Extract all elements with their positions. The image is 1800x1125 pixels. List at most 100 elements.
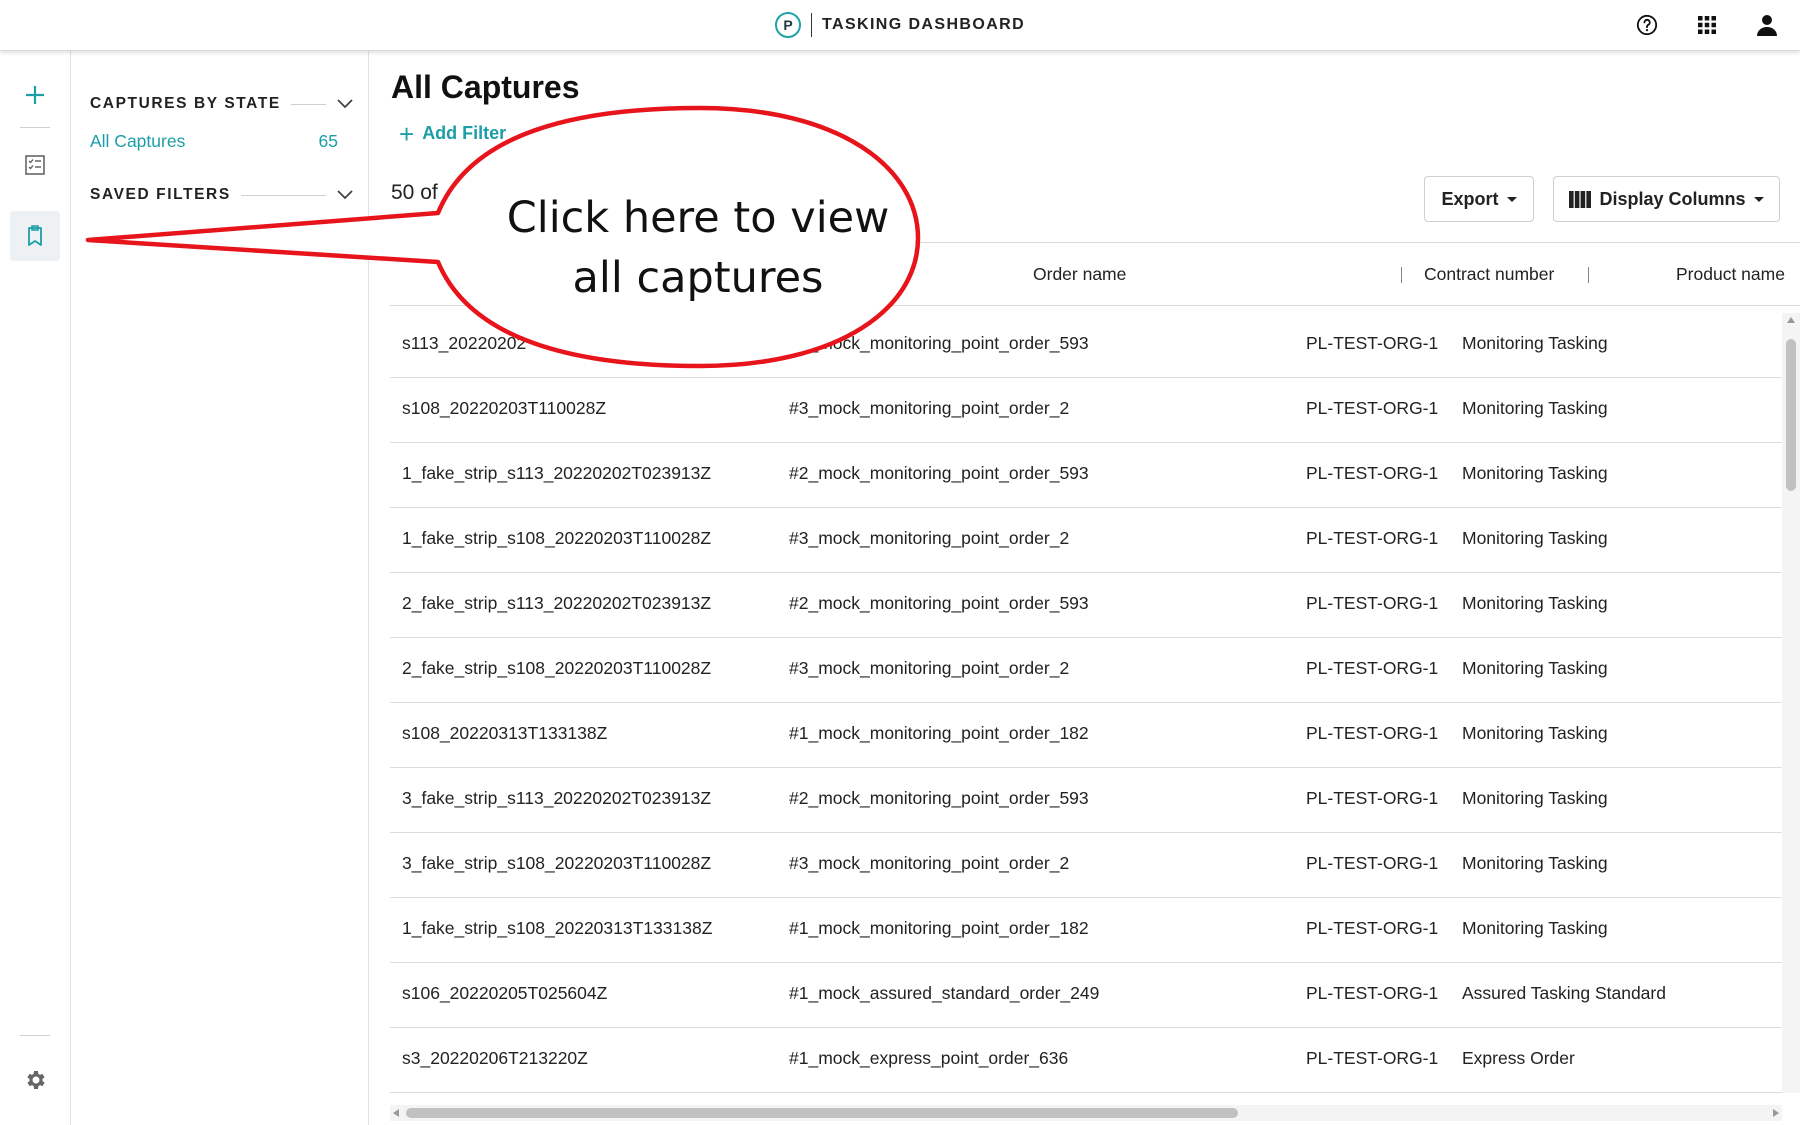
table-row[interactable]: 1_fake_strip_s108_20220203T110028Z #3_moc… (390, 508, 1782, 573)
cell-capture-name: s113_20220202 (402, 333, 527, 353)
scroll-right-arrow-icon[interactable] (1773, 1109, 1779, 1117)
cell-order-name: #2_mock_monitoring_point_order_593 (789, 333, 1089, 353)
cell-order-name: #3_mock_monitoring_point_order_2 (789, 658, 1070, 678)
cell-contract-number: PL-TEST-ORG-1 (1306, 528, 1439, 548)
cell-product-name: Monitoring Tasking (1462, 658, 1608, 678)
cell-product-name: Assured Tasking Standard (1462, 983, 1666, 1003)
help-icon[interactable] (1634, 12, 1660, 38)
table-row[interactable]: 1_fake_strip_s108_20220313T133138Z #1_moc… (390, 898, 1782, 963)
table-row[interactable]: s113_20220202 #2_mock_monitoring_point_or… (390, 313, 1782, 378)
sidebar-item-all-captures[interactable]: All Captures 65 (90, 131, 338, 152)
add-filter-button[interactable]: + Add Filter (399, 121, 507, 147)
cell-product-name: Monitoring Tasking (1462, 528, 1608, 548)
planet-logo-icon: P (775, 12, 801, 38)
rail-divider-bottom (20, 1035, 50, 1036)
cell-capture-name: 2_fake_strip_s113_20220202T023913Z (402, 593, 712, 613)
table-row[interactable]: s108_20220203T110028Z #3_mock_monitoring_… (390, 378, 1782, 443)
icon-rail (0, 51, 71, 1125)
cell-product-name: Monitoring Tasking (1462, 853, 1608, 873)
checklist-icon (25, 155, 45, 175)
table-row[interactable]: 1_fake_strip_s113_20220202T023913Z #2_moc… (390, 443, 1782, 508)
cell-contract-number: PL-TEST-ORG-1 (1306, 723, 1439, 743)
table-row[interactable]: 2_fake_strip_s108_20220203T110028Z #3_moc… (390, 638, 1782, 703)
cell-order-name: #2_mock_monitoring_point_order_593 (789, 463, 1089, 483)
cell-contract-number: PL-TEST-ORG-1 (1306, 983, 1439, 1003)
column-header-contract-number[interactable]: Contract number (1424, 264, 1554, 285)
add-filter-label: Add Filter (422, 123, 507, 143)
add-icon (26, 86, 44, 104)
cell-order-name: #3_mock_monitoring_point_order_2 (789, 853, 1070, 873)
cell-capture-name: s108_20220203T110028Z (402, 398, 607, 418)
cell-product-name: Monitoring Tasking (1462, 723, 1608, 743)
rail-divider (20, 127, 50, 128)
app-title: TASKING DASHBOARD (822, 16, 1026, 33)
add-button[interactable] (10, 70, 60, 120)
scroll-up-arrow-icon[interactable] (1787, 317, 1795, 323)
account-icon[interactable] (1754, 12, 1780, 38)
cell-contract-number: PL-TEST-ORG-1 (1306, 918, 1439, 938)
column-header-order-name[interactable]: Order name (1033, 264, 1126, 285)
cell-product-name: Monitoring Tasking (1462, 593, 1608, 613)
cell-order-name: #3_mock_monitoring_point_order_2 (789, 398, 1070, 418)
cell-product-name: Monitoring Tasking (1462, 463, 1608, 483)
chevron-down-icon[interactable] (336, 186, 354, 204)
cell-capture-name: 1_fake_strip_s113_20220202T023913Z (402, 463, 712, 483)
cell-product-name: Express Order (1462, 1048, 1575, 1068)
table-row[interactable]: 2_fake_strip_s113_20220202T023913Z #2_moc… (390, 573, 1782, 638)
captures-by-state-header[interactable]: CAPTURES BY STATE (90, 93, 354, 115)
cell-order-name: #2_mock_monitoring_point_order_593 (789, 788, 1089, 808)
table-row[interactable]: 3_fake_strip_s113_20220202T023913Z #2_moc… (390, 768, 1782, 833)
sidebar-item-label: All Captures (90, 131, 186, 151)
captures-icon (28, 225, 42, 246)
brand[interactable]: P TASKING DASHBOARD (775, 11, 1025, 39)
cell-product-name: Monitoring Tasking (1462, 398, 1608, 418)
vertical-scroll-thumb[interactable] (1786, 339, 1796, 491)
captures-by-state-title: CAPTURES BY STATE (90, 95, 281, 112)
saved-filters-header[interactable]: SAVED FILTERS (90, 184, 354, 206)
cell-capture-name: 1_fake_strip_s108_20220203T110028Z (402, 528, 712, 548)
cell-product-name: Monitoring Tasking (1462, 918, 1608, 938)
captures-button[interactable] (10, 211, 60, 261)
table-row[interactable]: s108_20220313T133138Z #1_mock_monitoring_… (390, 703, 1782, 768)
section-rule (240, 194, 326, 196)
horizontal-scroll-thumb[interactable] (406, 1108, 1238, 1118)
cell-product-name: Monitoring Tasking (1462, 333, 1608, 353)
settings-button[interactable] (10, 1055, 60, 1105)
cell-capture-name: 3_fake_strip_s108_20220203T110028Z (402, 853, 712, 873)
caret-down-icon (1753, 196, 1764, 202)
cell-order-name: #3_mock_monitoring_point_order_2 (789, 528, 1070, 548)
cell-contract-number: PL-TEST-ORG-1 (1306, 398, 1439, 418)
callout-text-line-1: Click here to view (506, 193, 890, 243)
column-resize-handle[interactable] (1588, 267, 1589, 283)
apps-grid-icon[interactable] (1694, 12, 1720, 38)
captures-table-body: s113_20220202 #2_mock_monitoring_point_or… (390, 313, 1782, 1093)
horizontal-scrollbar[interactable] (390, 1105, 1782, 1121)
table-row[interactable]: s106_20220205T025604Z #1_mock_assured_sta… (390, 963, 1782, 1028)
orders-button[interactable] (10, 140, 60, 190)
page-title: All Captures (391, 69, 580, 105)
cell-contract-number: PL-TEST-ORG-1 (1306, 853, 1439, 873)
cell-contract-number: PL-TEST-ORG-1 (1306, 1048, 1439, 1068)
column-resize-handle[interactable] (1401, 267, 1402, 283)
scroll-left-arrow-icon[interactable] (393, 1109, 399, 1117)
caret-down-icon (1506, 196, 1517, 202)
cell-capture-name: s3_20220206T213220Z (402, 1048, 588, 1068)
vertical-scrollbar[interactable] (1782, 313, 1800, 1093)
export-label: Export (1441, 188, 1499, 209)
cell-order-name: #1_mock_monitoring_point_order_182 (789, 723, 1089, 743)
cell-contract-number: PL-TEST-ORG-1 (1306, 788, 1439, 808)
table-row[interactable]: 3_fake_strip_s108_20220203T110028Z #3_moc… (390, 833, 1782, 898)
top-icons (1634, 12, 1780, 38)
cell-order-name: #2_mock_monitoring_point_order_593 (789, 593, 1089, 613)
saved-filters-title: SAVED FILTERS (90, 186, 231, 203)
chevron-down-icon[interactable] (336, 95, 354, 113)
display-columns-button[interactable]: Display Columns (1553, 176, 1780, 222)
cell-capture-name: s108_20220313T133138Z (402, 723, 608, 743)
export-button[interactable]: Export (1424, 176, 1534, 222)
brand-separator (811, 13, 812, 37)
cell-product-name: Monitoring Tasking (1462, 788, 1608, 808)
table-row[interactable]: s3_20220206T213220Z #1_mock_express_point… (390, 1028, 1782, 1093)
column-header-product-name[interactable]: Product name (1676, 264, 1785, 285)
filter-sidebar: CAPTURES BY STATE All Captures 65 SAVED … (71, 51, 369, 1125)
cell-contract-number: PL-TEST-ORG-1 (1306, 333, 1439, 353)
